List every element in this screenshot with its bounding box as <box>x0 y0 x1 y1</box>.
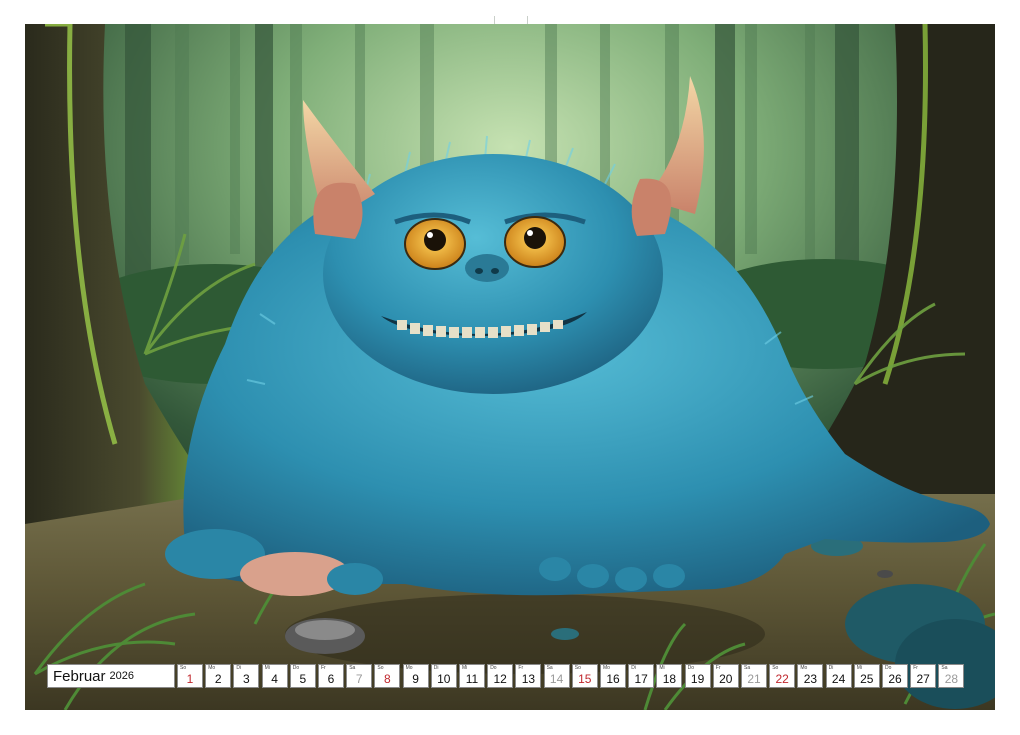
day-number: 19 <box>690 672 705 686</box>
weekday-label: Fr <box>715 665 721 671</box>
day-number: 25 <box>860 672 874 686</box>
weekday-label: Sa <box>349 665 356 671</box>
day-cell: So 22 <box>769 664 796 688</box>
day-number: 28 <box>944 672 959 686</box>
day-number: 6 <box>327 672 335 686</box>
day-number: 12 <box>493 672 507 686</box>
day-number: 16 <box>606 672 620 686</box>
weekday-label: Sa <box>941 665 948 671</box>
day-number: 7 <box>355 672 363 686</box>
weekday-label: Sa <box>744 665 751 671</box>
weekday-label: Fr <box>321 665 326 671</box>
day-cell: Mi 4 <box>261 664 288 688</box>
day-cell: Fr 6 <box>318 664 344 688</box>
weekday-label: Mi <box>264 665 270 671</box>
weekday-label: So <box>574 665 581 671</box>
day-number: 8 <box>384 672 391 686</box>
day-cell: Mo 9 <box>402 664 429 688</box>
weekday-label: So <box>772 665 779 671</box>
day-number: 14 <box>549 672 564 686</box>
day-cell: Sa 21 <box>741 664 767 688</box>
weekday-label: Di <box>433 665 439 671</box>
weekday-label: Fr <box>518 665 524 671</box>
day-cell: Di 3 <box>233 664 260 688</box>
day-cell: So 15 <box>571 664 598 688</box>
day-cell: Fr 20 <box>712 664 739 688</box>
day-cell: Di 17 <box>628 664 655 688</box>
weekday-label: So <box>180 665 187 671</box>
weekday-label: Mo <box>603 665 610 671</box>
day-number: 22 <box>775 672 789 686</box>
weekday-label: Di <box>236 665 242 671</box>
day-cell: Do 19 <box>684 664 711 688</box>
day-cell: Do 5 <box>289 664 316 688</box>
day-cell: Mi 18 <box>656 664 683 688</box>
day-number: 24 <box>831 672 846 686</box>
day-number: 5 <box>299 672 307 686</box>
calendar-strip: Februar 2026 So 1 Mo 2 Di 3 Mi 4 Do 5 Fr 6 Sa 7 So 8 Mo 9… <box>47 664 973 688</box>
weekday-label: Sa <box>546 665 553 671</box>
day-cell: Mi 11 <box>459 664 485 688</box>
weekday-label: Mo <box>405 665 413 671</box>
weekday-label: Mi <box>659 665 665 671</box>
weekday-label: Mi <box>856 665 863 671</box>
day-number: 23 <box>803 672 818 686</box>
monster-forest-illustration <box>25 24 995 710</box>
day-number: 13 <box>521 672 536 686</box>
weekday-label: Di <box>631 665 636 671</box>
weekday-label: Do <box>490 665 497 671</box>
day-cell: Sa 14 <box>543 664 570 688</box>
day-cell: So 1 <box>177 664 203 688</box>
day-cell: Mo 2 <box>205 664 232 688</box>
day-number: 2 <box>214 672 222 686</box>
day-cell: Sa 28 <box>938 664 965 688</box>
weekday-label: Do <box>885 665 892 671</box>
weekday-label: Di <box>828 665 834 671</box>
day-number: 20 <box>719 672 733 686</box>
weekday-label: Mi <box>462 665 468 671</box>
day-number: 3 <box>243 672 250 686</box>
day-number: 9 <box>412 672 419 686</box>
day-cell: Mo 16 <box>600 664 626 688</box>
day-number: 27 <box>916 672 930 686</box>
day-number: 1 <box>186 672 194 686</box>
day-cell: Do 26 <box>882 664 908 688</box>
day-number: 17 <box>634 672 648 686</box>
day-cell: Mi 25 <box>853 664 880 688</box>
day-number: 26 <box>888 672 902 686</box>
day-cell: Sa 7 <box>346 664 373 688</box>
weekday-label: Do <box>687 665 694 671</box>
month-name: Februar <box>53 667 106 685</box>
weekday-label: Mo <box>800 665 808 671</box>
day-number: 10 <box>437 672 451 686</box>
day-number: 21 <box>747 672 761 686</box>
weekday-label: So <box>377 665 384 671</box>
weekday-label: Do <box>292 665 300 671</box>
day-cell: So 8 <box>374 664 401 688</box>
day-number: 15 <box>578 672 592 686</box>
weekday-label: Mo <box>208 665 216 671</box>
day-number: 18 <box>662 672 677 686</box>
day-cell: Di 10 <box>430 664 457 688</box>
day-cell: Mo 23 <box>797 664 824 688</box>
month-year: 2026 <box>109 670 135 682</box>
day-cell: Do 12 <box>487 664 514 688</box>
month-label: Februar 2026 <box>47 664 175 688</box>
day-number: 4 <box>271 672 278 686</box>
day-number: 11 <box>465 672 479 686</box>
weekday-label: Fr <box>913 665 918 671</box>
day-cell: Fr 13 <box>515 664 542 688</box>
day-cell: Fr 27 <box>910 664 937 688</box>
day-cell: Di 24 <box>825 664 852 688</box>
